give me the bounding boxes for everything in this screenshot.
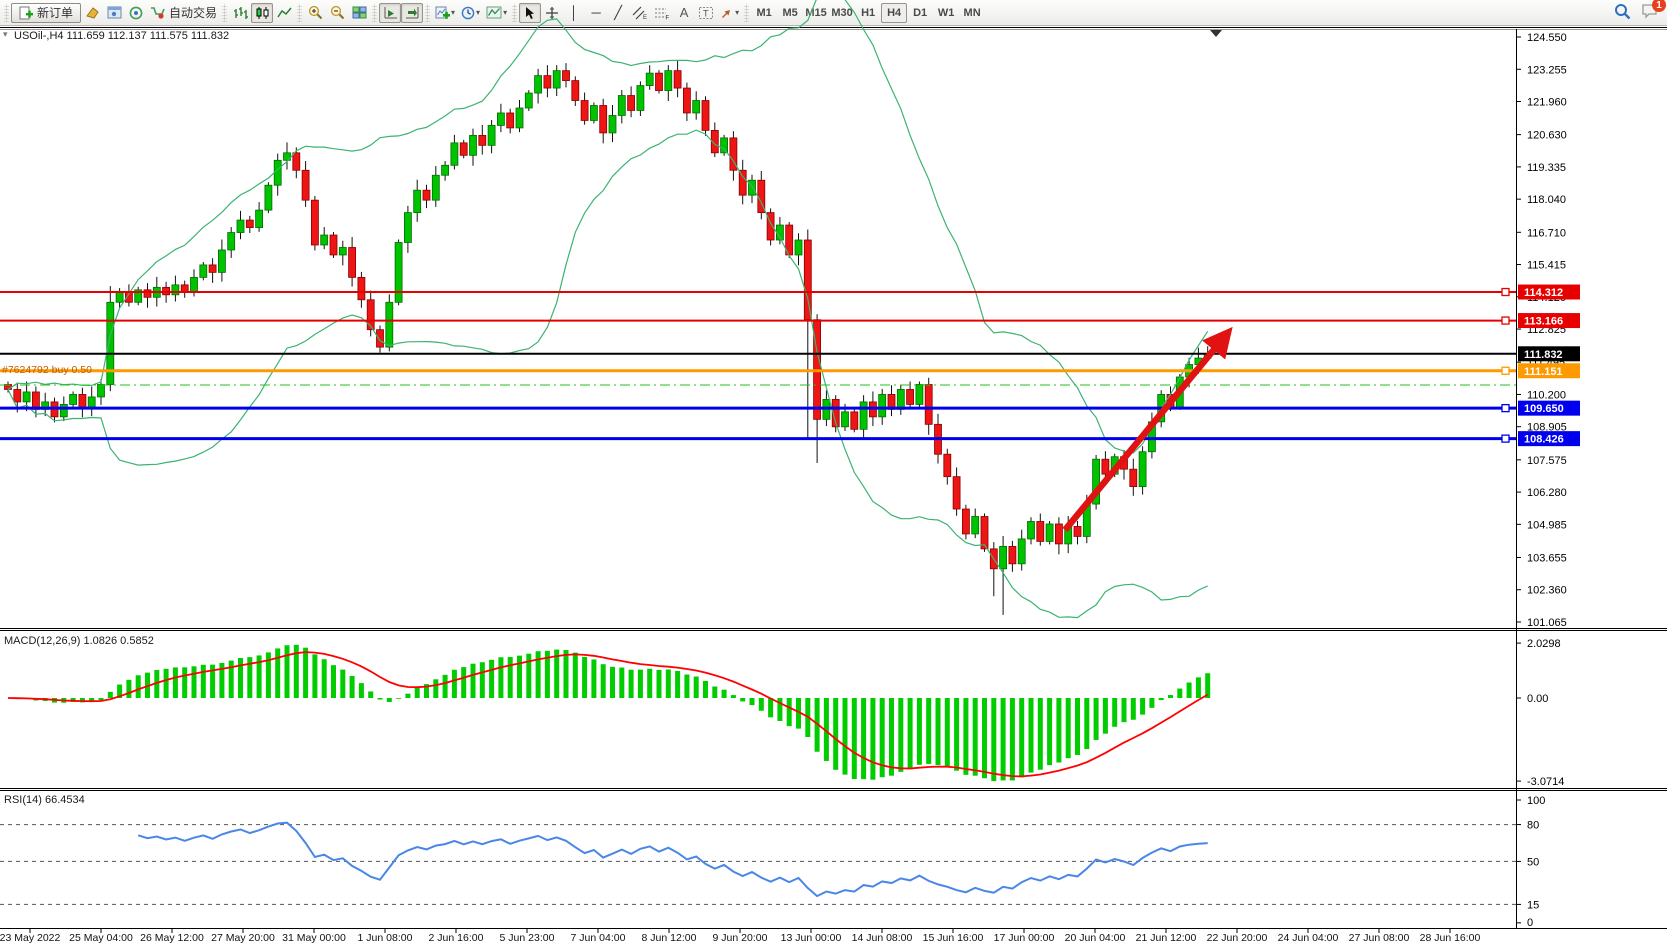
svg-text:106.280: 106.280	[1527, 487, 1567, 499]
svg-text:123.255: 123.255	[1527, 64, 1567, 76]
svg-text:27 Jun 08:00: 27 Jun 08:00	[1349, 932, 1410, 944]
svg-text:20 Jun 04:00: 20 Jun 04:00	[1065, 932, 1126, 944]
svg-text:111.832: 111.832	[1524, 349, 1563, 361]
svg-text:119.335: 119.335	[1527, 162, 1566, 174]
svg-text:-3.0714: -3.0714	[1527, 776, 1564, 788]
svg-text:103.655: 103.655	[1527, 552, 1567, 564]
svg-text:7 Jun 04:00: 7 Jun 04:00	[571, 932, 626, 944]
chart-symbol-line: USOil-,H4 111.659 112.137 111.575 111.83…	[14, 30, 229, 42]
rsi-indicator-label: RSI(14) 66.4534	[4, 794, 85, 806]
svg-text:108.426: 108.426	[1524, 434, 1564, 446]
svg-text:5 Jun 23:00: 5 Jun 23:00	[500, 932, 555, 944]
svg-text:80: 80	[1527, 820, 1539, 832]
svg-text:120.630: 120.630	[1527, 130, 1567, 142]
macd-indicator-label: MACD(12,26,9) 1.0826 0.5852	[4, 635, 154, 647]
svg-text:25 May 04:00: 25 May 04:00	[69, 932, 133, 944]
svg-text:109.650: 109.650	[1524, 403, 1564, 415]
svg-text:111.151: 111.151	[1524, 366, 1563, 378]
svg-text:21 Jun 12:00: 21 Jun 12:00	[1136, 932, 1197, 944]
chart-canvas[interactable]: 124.550 123.255 121.960 120.630 119.335 118.0…	[0, 0, 1667, 944]
svg-text:13 Jun 00:00: 13 Jun 00:00	[781, 932, 842, 944]
svg-text:50: 50	[1527, 856, 1539, 868]
svg-text:1 Jun 08:00: 1 Jun 08:00	[358, 932, 413, 944]
svg-text:8 Jun 12:00: 8 Jun 12:00	[642, 932, 697, 944]
svg-text:15: 15	[1527, 899, 1539, 911]
svg-text:31 May 00:00: 31 May 00:00	[282, 932, 346, 944]
svg-text:102.360: 102.360	[1527, 585, 1567, 597]
svg-text:121.960: 121.960	[1527, 97, 1567, 109]
svg-text:113.166: 113.166	[1524, 316, 1563, 328]
svg-text:110.200: 110.200	[1527, 389, 1566, 401]
svg-text:17 Jun 00:00: 17 Jun 00:00	[994, 932, 1055, 944]
svg-text:23 May 2022: 23 May 2022	[0, 932, 61, 944]
svg-text:115.415: 115.415	[1527, 260, 1566, 272]
svg-text:28 Jun 16:00: 28 Jun 16:00	[1420, 932, 1481, 944]
svg-text:100: 100	[1527, 795, 1545, 807]
svg-text:22 Jun 20:00: 22 Jun 20:00	[1207, 932, 1268, 944]
svg-text:24 Jun 04:00: 24 Jun 04:00	[1278, 932, 1339, 944]
svg-text:27 May 20:00: 27 May 20:00	[211, 932, 275, 944]
svg-text:2 Jun 16:00: 2 Jun 16:00	[429, 932, 484, 944]
svg-text:14 Jun 08:00: 14 Jun 08:00	[852, 932, 913, 944]
svg-text:101.065: 101.065	[1527, 617, 1567, 629]
svg-text:2.0298: 2.0298	[1527, 638, 1561, 650]
svg-text:15 Jun 16:00: 15 Jun 16:00	[923, 932, 984, 944]
svg-text:9 Jun 20:00: 9 Jun 20:00	[713, 932, 768, 944]
svg-text:116.710: 116.710	[1527, 227, 1566, 239]
svg-text:0: 0	[1527, 917, 1533, 929]
svg-text:107.575: 107.575	[1527, 455, 1567, 467]
svg-text:26 May 12:00: 26 May 12:00	[140, 932, 204, 944]
symbol-dropdown-icon[interactable]: ▾	[3, 29, 8, 40]
svg-text:124.550: 124.550	[1527, 32, 1567, 44]
svg-text:104.985: 104.985	[1527, 519, 1567, 531]
svg-text:0.00: 0.00	[1527, 693, 1548, 705]
svg-text:118.040: 118.040	[1527, 194, 1566, 206]
svg-text:114.312: 114.312	[1524, 287, 1563, 299]
trade-order-label: #7624792 buy 0.50	[2, 364, 92, 376]
